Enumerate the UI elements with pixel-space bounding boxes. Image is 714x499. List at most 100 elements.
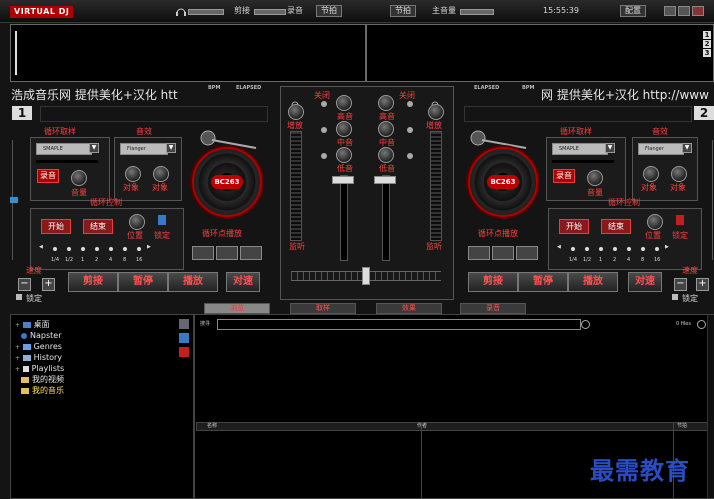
search-db-icon[interactable] (179, 319, 189, 329)
cue-point-3[interactable] (240, 246, 262, 260)
waveform-right[interactable]: 1 2 3 (366, 24, 714, 82)
loop-start-button[interactable]: 开始 (41, 219, 71, 234)
beat-dot[interactable] (655, 247, 659, 251)
beat-dot[interactable] (641, 247, 645, 251)
beat-left-arrow-icon[interactable]: ◀ (39, 244, 43, 250)
deck-right-pause-button[interactable]: 暂停 (518, 272, 568, 292)
kill-mid-right[interactable] (407, 127, 413, 133)
effects-dropdown-icon[interactable]: ▼ (682, 143, 692, 153)
list-options-icon[interactable] (697, 320, 706, 329)
search-input[interactable] (217, 319, 581, 330)
beat-dot[interactable] (53, 247, 57, 251)
loop-start-button[interactable]: 开始 (559, 219, 589, 234)
effects-select[interactable]: Flanger (638, 143, 684, 155)
cue-point-3[interactable] (516, 246, 538, 260)
kill-high-left[interactable] (321, 101, 327, 107)
speed-minus-button[interactable]: − (18, 278, 31, 291)
minimize-icon[interactable] (664, 6, 676, 16)
effect-param2-knob[interactable] (153, 166, 169, 182)
tab-sample[interactable]: 取样 (290, 303, 356, 314)
maximize-icon[interactable] (678, 6, 690, 16)
loop-end-button[interactable]: 结束 (83, 219, 113, 234)
tree-item-my-music[interactable]: 我的音乐 (21, 385, 64, 396)
tree-item-history[interactable]: + History (15, 352, 62, 363)
effects-dropdown-icon[interactable]: ▼ (166, 143, 176, 153)
position-knob[interactable] (129, 214, 145, 230)
config-button[interactable]: 配置 (620, 5, 646, 17)
beat-dot[interactable] (95, 247, 99, 251)
volume-fader-track-left[interactable] (340, 175, 348, 261)
column-name[interactable]: 名称 (207, 423, 217, 430)
turntable-left[interactable]: BC263 (192, 147, 262, 217)
turntable-right[interactable]: BC263 (468, 147, 538, 217)
position-knob[interactable] (647, 214, 663, 230)
deck-right-sync-button[interactable]: 对速 (628, 272, 662, 292)
expand-toggle[interactable]: + (15, 322, 20, 329)
tree-item-genres[interactable]: + Genres (15, 341, 62, 352)
beat-dot[interactable] (109, 247, 113, 251)
gain-knob-left[interactable] (288, 104, 304, 120)
deck-left-cue-button[interactable]: 剪接 (68, 272, 118, 292)
expand-toggle[interactable]: + (15, 344, 20, 351)
volume-knob[interactable] (71, 170, 87, 186)
speed-plus-button[interactable]: + (42, 278, 55, 291)
tree-item-napster[interactable]: Napster (21, 330, 61, 341)
close-icon[interactable] (692, 6, 704, 16)
low-eq-knob-right[interactable] (378, 147, 394, 163)
record-slider[interactable] (254, 9, 286, 15)
deck-left-play-button[interactable]: 播放 (168, 272, 218, 292)
speed-minus-button[interactable]: − (674, 278, 687, 291)
kill-high-right[interactable] (407, 101, 413, 107)
volume-fader-left[interactable] (332, 176, 354, 184)
tab-browse[interactable]: 浏览 (204, 303, 270, 314)
high-eq-knob-left[interactable] (336, 95, 352, 111)
beat-sync-button-2[interactable]: 节拍 (390, 5, 416, 17)
volume-knob[interactable] (587, 170, 603, 186)
expand-toggle[interactable]: + (15, 366, 20, 373)
kill-low-right[interactable] (407, 153, 413, 159)
high-eq-knob-right[interactable] (378, 95, 394, 111)
kill-low-left[interactable] (321, 153, 327, 159)
mid-eq-knob-right[interactable] (378, 121, 394, 137)
lock-icon[interactable] (158, 215, 166, 225)
beat-dot[interactable] (137, 247, 141, 251)
deck-left-pause-button[interactable]: 暂停 (118, 272, 168, 292)
beat-left-arrow-icon[interactable]: ◀ (557, 244, 561, 250)
pitch-slider-thumb[interactable] (10, 197, 18, 203)
deck-right-play-button[interactable]: 播放 (568, 272, 618, 292)
deck-right-cue-button[interactable]: 剪接 (468, 272, 518, 292)
scrollbar[interactable] (707, 315, 714, 498)
headphone-icon[interactable] (176, 6, 186, 18)
deck-indicator-3[interactable]: 3 (703, 49, 711, 57)
kill-mid-left[interactable] (321, 127, 327, 133)
speed-lock-icon[interactable] (16, 294, 22, 300)
loop-sample-select[interactable]: SMAPLE (552, 143, 608, 155)
pitch-ruler[interactable] (704, 140, 713, 260)
deck-right-record-button[interactable]: 录音 (553, 169, 575, 183)
mid-eq-knob-left[interactable] (336, 121, 352, 137)
tab-effects[interactable]: 效果 (376, 303, 442, 314)
column-bpm[interactable]: 节拍 (677, 423, 687, 430)
volume-fader-track-right[interactable] (382, 175, 390, 261)
gain-knob-right[interactable] (428, 104, 444, 120)
add-folder-icon[interactable] (179, 333, 189, 343)
loop-sample-select[interactable]: SMAPLE (36, 143, 92, 155)
headphone-volume-slider[interactable] (188, 9, 224, 15)
low-eq-knob-left[interactable] (336, 147, 352, 163)
effect-param1-knob[interactable] (643, 166, 659, 182)
cue-point-2[interactable] (216, 246, 238, 260)
deck-left-sync-button[interactable]: 对速 (226, 272, 260, 292)
waveform-left[interactable] (10, 24, 366, 82)
tab-record[interactable]: 录音 (460, 303, 526, 314)
beat-dot[interactable] (627, 247, 631, 251)
beat-dot[interactable] (81, 247, 85, 251)
beat-dot[interactable] (123, 247, 127, 251)
crossfader-handle[interactable] (362, 267, 370, 285)
tree-item-playlists[interactable]: + Playlists (15, 363, 64, 374)
beat-dot[interactable] (613, 247, 617, 251)
master-volume-slider[interactable] (460, 9, 494, 15)
cue-point-2[interactable] (492, 246, 514, 260)
tree-item-desktop[interactable]: + 桌面 (15, 319, 50, 330)
loop-end-button[interactable]: 结束 (601, 219, 631, 234)
deck-indicator-2[interactable]: 2 (703, 40, 711, 48)
